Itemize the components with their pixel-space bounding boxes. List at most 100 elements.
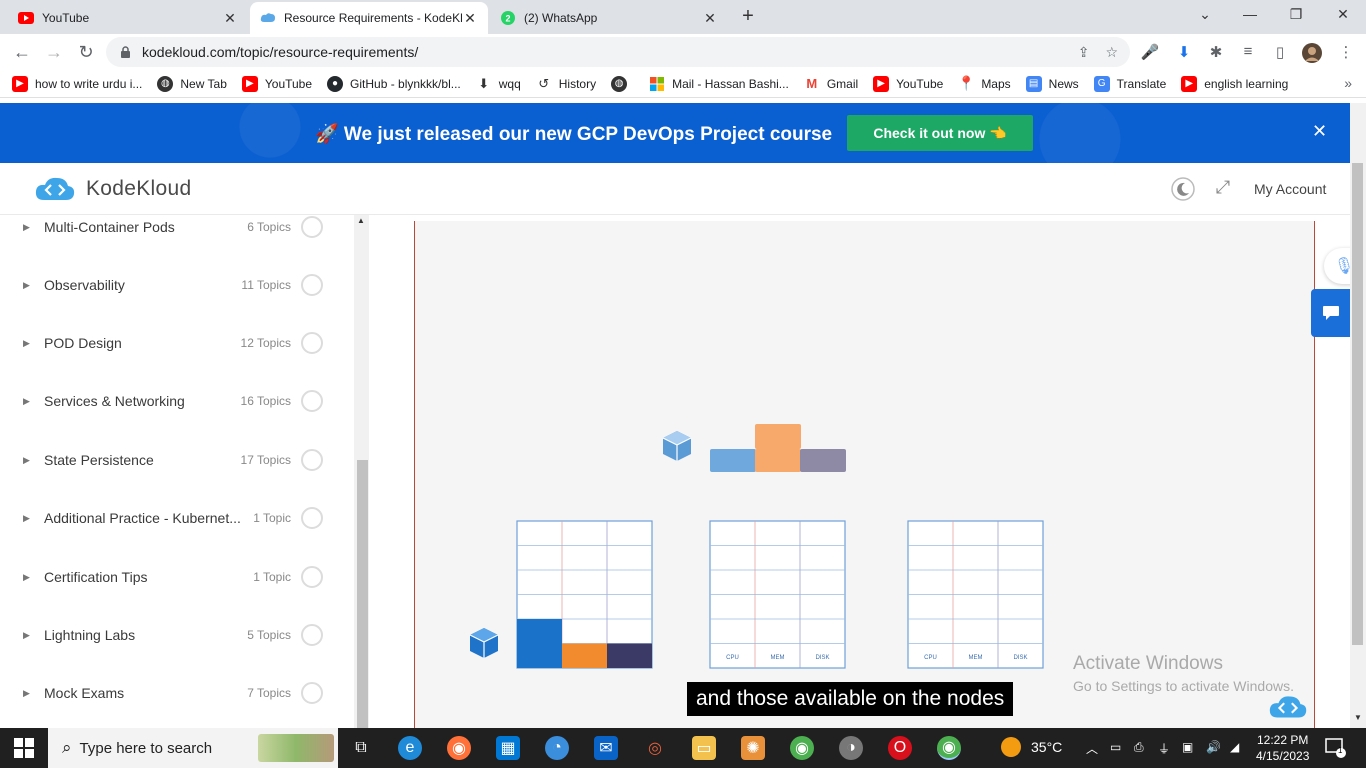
firefox-icon[interactable]: ◉: [447, 736, 471, 760]
chrome-active-icon[interactable]: ◉: [937, 736, 961, 760]
youtube-icon: ▶: [12, 75, 28, 92]
list-item[interactable]: ▶ Services & Networking 16 Topics: [0, 372, 354, 430]
expand-triangle-icon[interactable]: ▶: [23, 630, 30, 641]
list-item[interactable]: ▶ Additional Practice - Kubernet... 1 Topi…: [0, 489, 354, 547]
expand-triangle-icon[interactable]: ▶: [23, 338, 30, 349]
tray-chevron-icon[interactable]: ︿: [1086, 740, 1098, 757]
chrome-icon[interactable]: ◉: [790, 736, 814, 760]
windows-start-icon[interactable]: [14, 738, 34, 763]
close-tab-icon[interactable]: ✕: [702, 10, 718, 27]
media-control-icon[interactable]: ≡: [1238, 43, 1258, 60]
expand-triangle-icon[interactable]: ▶: [23, 688, 30, 699]
system-clock[interactable]: 12:22 PM 4/15/2023: [1256, 732, 1309, 764]
profile-avatar[interactable]: [1302, 43, 1322, 67]
wifi-icon[interactable]: ◢: [1230, 740, 1239, 754]
close-banner-icon[interactable]: ✕: [1312, 121, 1327, 142]
minimize-button[interactable]: —: [1238, 6, 1262, 22]
usb-icon[interactable]: ⏚: [1158, 740, 1170, 757]
store-icon[interactable]: ▦: [496, 736, 520, 760]
more-bookmarks-icon[interactable]: »: [1344, 75, 1352, 91]
obs-icon[interactable]: ◑: [839, 736, 863, 760]
side-panel-icon[interactable]: ▯: [1270, 43, 1290, 61]
page-scrollbar[interactable]: ▼: [1350, 103, 1366, 728]
grid-label-cpu: CPU: [924, 655, 937, 661]
address-bar[interactable]: kodekloud.com/topic/resource-requirement…: [106, 37, 1130, 67]
reload-icon[interactable]: ↻: [76, 42, 96, 62]
close-tab-icon[interactable]: ✕: [462, 10, 478, 27]
share-icon[interactable]: ⇪: [1078, 44, 1090, 61]
chat-widget-icon[interactable]: [1311, 289, 1350, 337]
opera-icon[interactable]: O: [888, 736, 912, 760]
list-item[interactable]: ▶ Certification Tips 1 Topic: [0, 548, 354, 606]
list-item[interactable]: ▶ Mock Exams 7 Topics: [0, 664, 354, 722]
notifications-icon[interactable]: 1: [1324, 736, 1346, 761]
scroll-down-arrow[interactable]: ▼: [1354, 713, 1362, 722]
close-tab-icon[interactable]: ✕: [222, 10, 238, 27]
bookmark-item[interactable]: G Translate: [1093, 75, 1166, 92]
expand-triangle-icon[interactable]: ▶: [23, 572, 30, 583]
bookmark-item[interactable]: ◍ New Tab: [157, 75, 227, 92]
tab-whatsapp[interactable]: 2 (2) WhatsApp ✕: [490, 2, 728, 34]
video-player[interactable]: CPU MEM DISK CPU MEM DISK: [414, 221, 1315, 728]
tab-resource-requirements[interactable]: Resource Requirements - KodeKl ✕: [250, 2, 488, 34]
dark-mode-toggle-icon[interactable]: [1170, 177, 1196, 206]
bookmark-item[interactable]: ↺ History: [536, 76, 596, 92]
bookmark-item[interactable]: 📍 Maps: [958, 75, 1011, 92]
tab-search-icon[interactable]: ⌄: [1193, 6, 1217, 23]
sidebar-scroll-thumb[interactable]: [357, 460, 368, 728]
edge-icon[interactable]: e: [398, 736, 422, 760]
network-device-icon[interactable]: ⎙: [1134, 740, 1144, 755]
my-account-link[interactable]: My Account: [1254, 181, 1326, 197]
bookmark-item[interactable]: ▶ YouTube: [241, 75, 312, 92]
weather-temperature[interactable]: 35°C: [1031, 739, 1062, 755]
bookmark-item[interactable]: ● GitHub - blynkkk/bl...: [327, 75, 461, 92]
scroll-up-arrow[interactable]: ▲: [357, 216, 365, 225]
settings-app-icon[interactable]: ✺: [741, 736, 765, 760]
list-item[interactable]: ▶ Observability 11 Topics: [0, 256, 354, 314]
notification-count: 1: [1338, 746, 1343, 755]
expand-triangle-icon[interactable]: ▶: [23, 455, 30, 466]
bookmark-item[interactable]: ▶ how to write urdu i...: [12, 75, 142, 92]
expand-triangle-icon[interactable]: ▶: [23, 513, 30, 524]
task-view-icon[interactable]: ⧉: [349, 736, 373, 760]
camera-icon[interactable]: ▣: [1182, 740, 1193, 754]
expand-triangle-icon[interactable]: ▶: [23, 396, 30, 407]
bookmark-item[interactable]: ⬇ wqq: [476, 76, 520, 92]
new-tab-button[interactable]: +: [736, 5, 760, 28]
node-grid-3: CPU MEM DISK: [907, 520, 1044, 669]
weather-sun-icon[interactable]: [1000, 736, 1022, 761]
bookmark-star-icon[interactable]: ☆: [1105, 44, 1118, 61]
extensions-puzzle-icon[interactable]: ✱: [1206, 43, 1226, 61]
check-it-out-button[interactable]: Check it out now 👈: [847, 115, 1033, 151]
bookmark-item[interactable]: Mail - Hassan Bashi...: [649, 76, 789, 92]
bookmark-item[interactable]: ▶ YouTube: [873, 75, 943, 92]
file-explorer-icon[interactable]: ▭: [692, 736, 716, 760]
bookmark-item[interactable]: ▤ News: [1025, 75, 1079, 92]
expand-triangle-icon[interactable]: ▶: [23, 222, 30, 233]
close-window-button[interactable]: ✕: [1331, 6, 1355, 23]
list-item[interactable]: ▶ State Persistence 17 Topics: [0, 431, 354, 489]
taskbar-search-box[interactable]: ⌕ Type here to search: [48, 728, 338, 768]
bookmark-item[interactable]: M Gmail: [804, 76, 858, 92]
fullscreen-icon[interactable]: ⤢: [1210, 177, 1236, 198]
forward-icon[interactable]: →: [44, 42, 64, 62]
list-item[interactable]: ▶ Multi-Container Pods 6 Topics: [0, 198, 354, 256]
grid-label-disk: DISK: [815, 655, 829, 661]
page-scroll-thumb[interactable]: [1352, 163, 1363, 645]
menu-kebab-icon[interactable]: ⋮: [1336, 43, 1356, 61]
expand-triangle-icon[interactable]: ▶: [23, 280, 30, 291]
download-extension-icon[interactable]: ⬇: [1174, 43, 1194, 61]
list-item[interactable]: ▶ POD Design 12 Topics: [0, 314, 354, 372]
bookmark-item[interactable]: ▶ english learning: [1181, 75, 1288, 92]
back-icon[interactable]: ←: [12, 42, 32, 62]
battery-icon[interactable]: ▭: [1110, 740, 1121, 754]
bookmark-item[interactable]: ◍: [611, 75, 634, 92]
restore-button[interactable]: ❐: [1284, 6, 1308, 23]
tab-youtube[interactable]: YouTube ✕: [8, 2, 248, 34]
voice-extension-icon[interactable]: 🎤: [1140, 43, 1160, 61]
mail-icon[interactable]: ✉: [594, 736, 618, 760]
volume-icon[interactable]: 🔊: [1206, 740, 1221, 754]
list-item[interactable]: ▶ Lightning Labs 5 Topics: [0, 606, 354, 664]
telegram-like-icon[interactable]: ◔: [545, 736, 569, 760]
hedgehog-app-icon[interactable]: ◎: [643, 736, 667, 760]
